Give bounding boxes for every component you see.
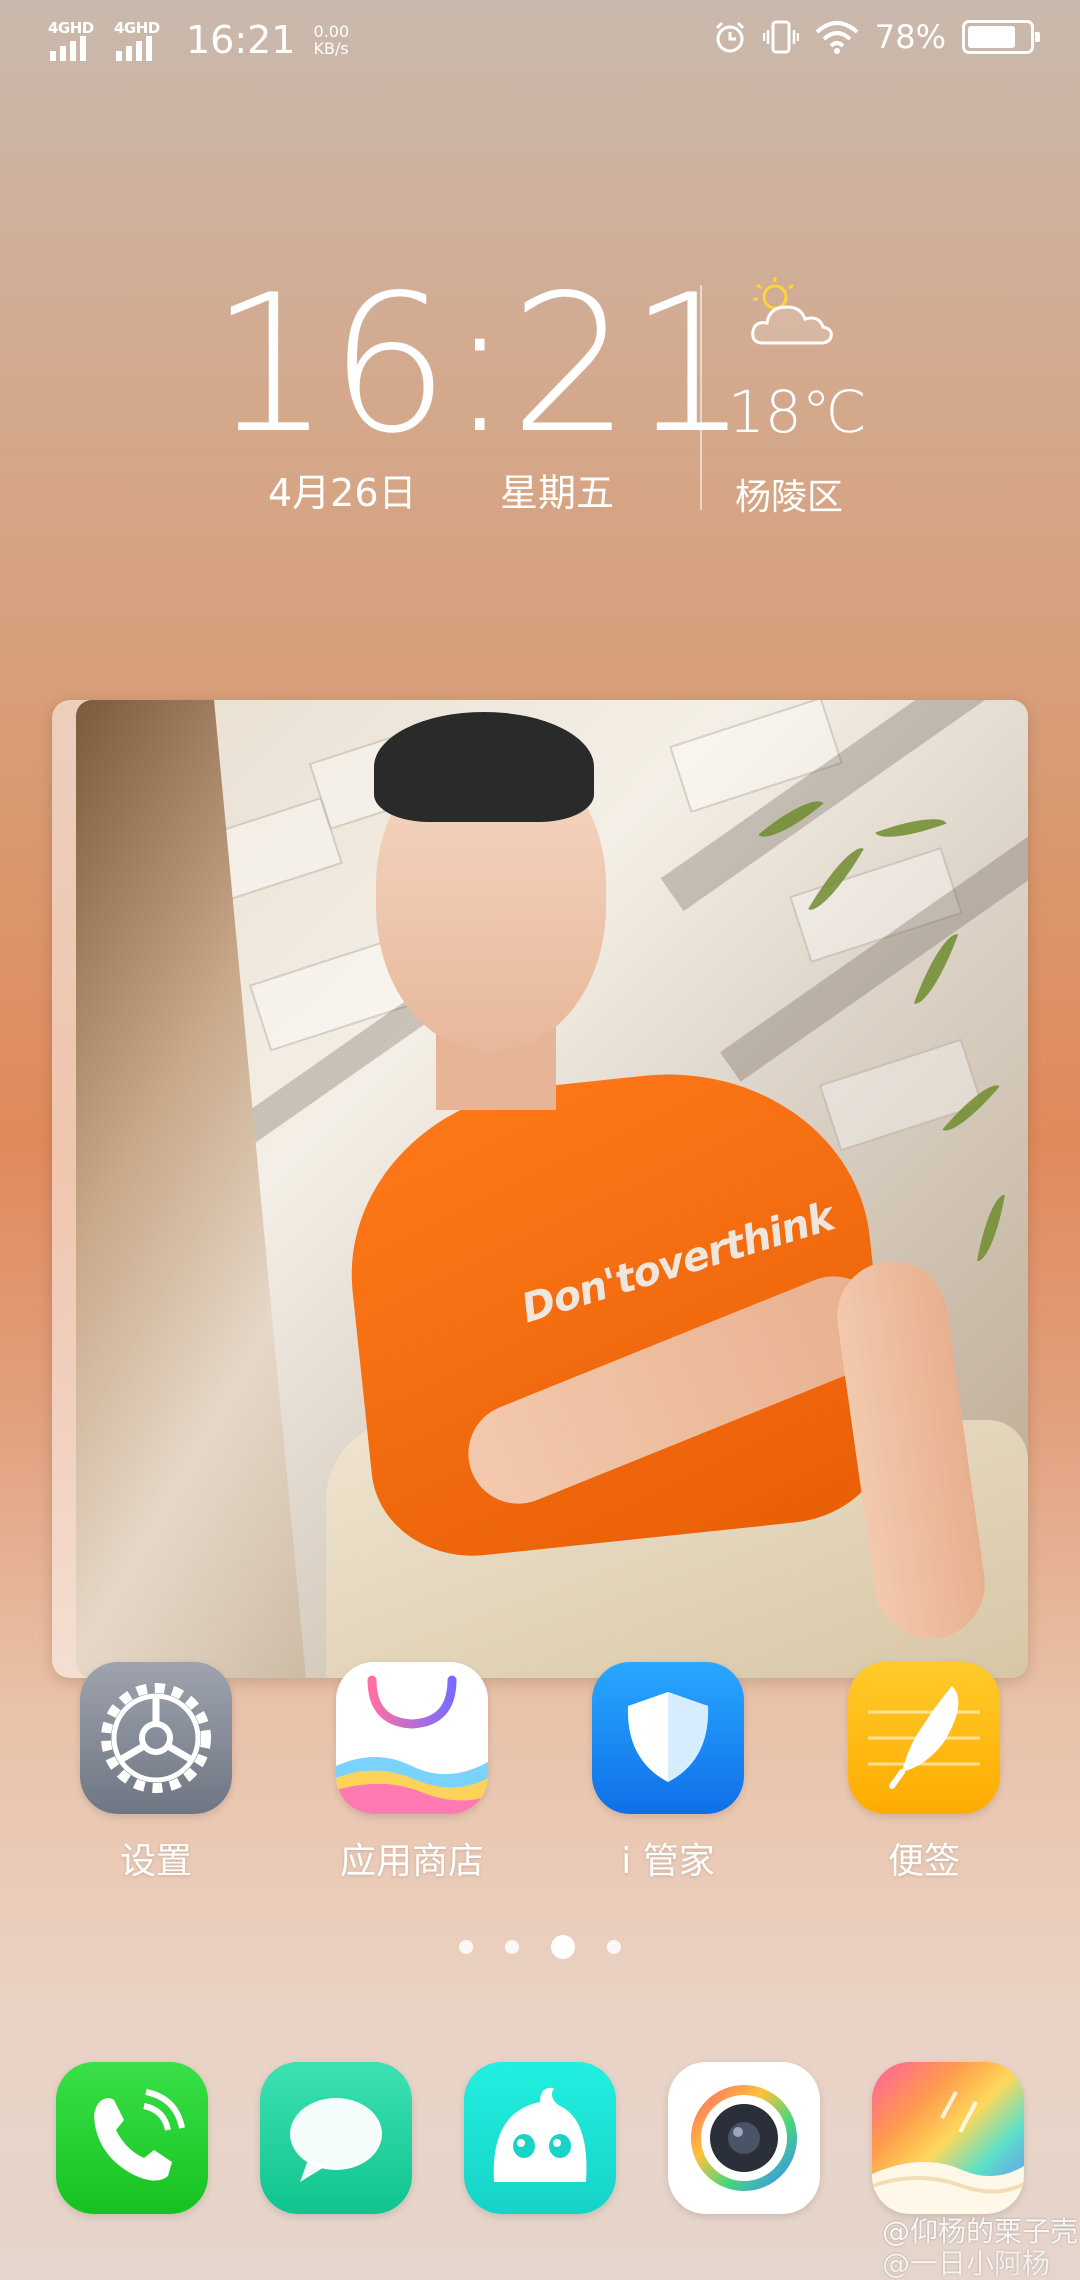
page-dot[interactable] <box>607 1940 621 1954</box>
app-i-manager[interactable]: i 管家 <box>588 1662 748 1884</box>
status-bar: 4GHD 4GHD 16:21 0.00 KB/s 78% <box>0 0 1080 84</box>
app-label: 应用商店 <box>339 1841 484 1882</box>
app-store[interactable]: 应用商店 <box>332 1662 492 1884</box>
gallery-icon[interactable] <box>872 2062 1024 2214</box>
page-dot-active[interactable] <box>551 1935 575 1959</box>
weibo-watermark: @仰杨的栗子壳 @一日小阿杨 <box>882 2216 1078 2280</box>
alarm-icon <box>715 21 744 53</box>
weather-temperature[interactable]: 18℃ <box>728 378 867 446</box>
clock-divider <box>700 285 702 510</box>
app-label: 设置 <box>119 1841 192 1882</box>
shield-icon <box>592 1662 744 1814</box>
wifi-icon <box>815 21 859 54</box>
battery-percent: 78% <box>874 18 946 56</box>
photo-widget[interactable]: Don'toverthink <box>76 700 1028 1678</box>
page-dot[interactable] <box>459 1940 473 1954</box>
weather-location[interactable]: 杨陵区 <box>735 468 843 520</box>
clock-weekday[interactable]: 星期五 <box>500 462 614 517</box>
app-settings[interactable]: 设置 <box>76 1662 236 1884</box>
network-type-label: 4GHD <box>114 19 160 37</box>
clock-time[interactable]: 16:21 <box>210 270 750 460</box>
speed-unit: KB/s <box>313 39 349 58</box>
app-notes[interactable]: 便签 <box>844 1662 1004 1884</box>
speed-value: 0.00 <box>313 22 350 41</box>
network-speed: 0.00 KB/s <box>314 23 350 57</box>
phone-icon[interactable] <box>56 2062 208 2214</box>
signal-icon: 4GHD <box>114 19 166 61</box>
feather-icon <box>848 1662 1000 1814</box>
jovi-icon[interactable] <box>464 2062 616 2214</box>
camera-icon[interactable] <box>668 2062 820 2214</box>
hair <box>374 712 594 822</box>
network-type-label: 4GHD <box>48 19 94 37</box>
store-bag-icon <box>336 1662 488 1814</box>
message-icon[interactable] <box>260 2062 412 2214</box>
page-indicator[interactable] <box>0 1935 1080 1959</box>
status-time: 16:21 <box>186 18 296 62</box>
page-dot[interactable] <box>505 1940 519 1954</box>
app-label: 便签 <box>887 1841 960 1882</box>
vibrate-icon <box>762 20 799 54</box>
app-label: i 管家 <box>621 1841 715 1882</box>
watermark-line-2: @一日小阿杨 <box>881 2247 1050 2280</box>
partly-sunny-icon[interactable] <box>745 275 845 355</box>
signal-icon: 4GHD <box>48 19 100 61</box>
gear-icon <box>80 1662 232 1814</box>
watermark-line-1: @仰杨的栗子壳 <box>881 2215 1078 2248</box>
battery-icon <box>962 20 1040 54</box>
clock-date[interactable]: 4月26日 <box>268 462 417 517</box>
